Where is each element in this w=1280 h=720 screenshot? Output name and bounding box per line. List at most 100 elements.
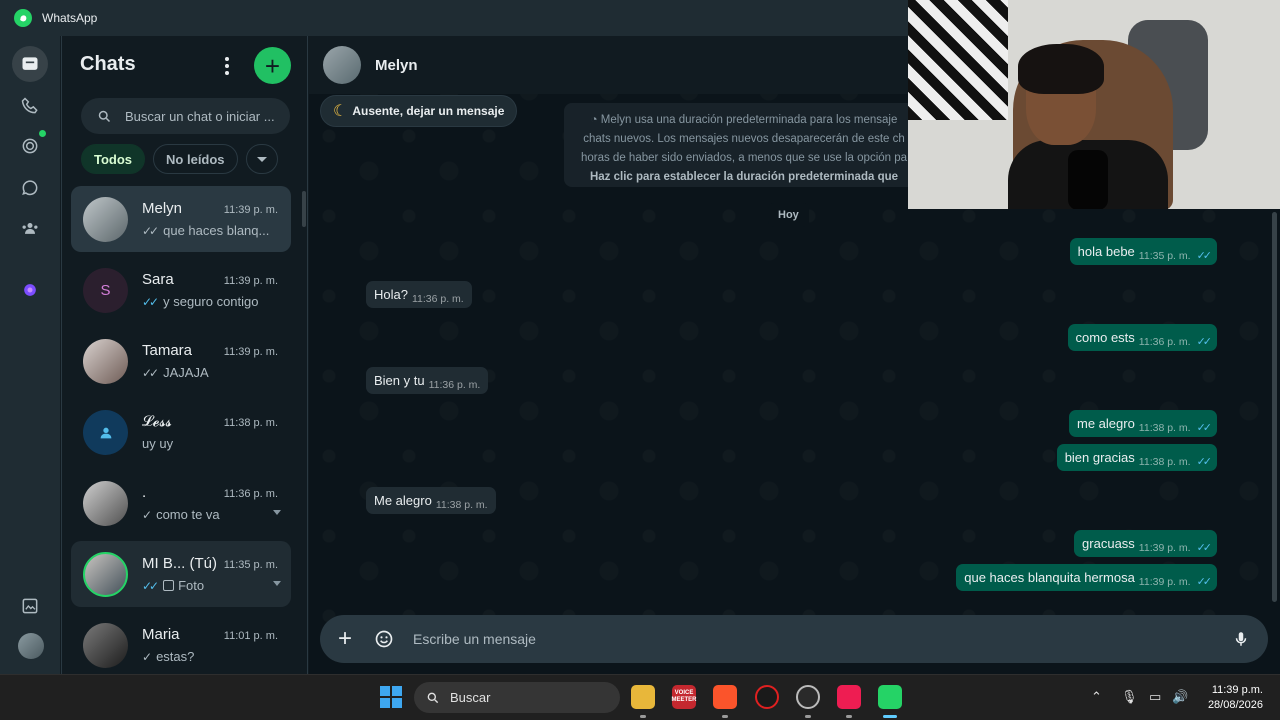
read-receipt-icon: ✓✓ [1196, 456, 1213, 468]
tiktok-icon[interactable] [837, 685, 861, 709]
microphone-icon[interactable] [1226, 630, 1256, 648]
chat-list-item[interactable]: Maria 11:01 p. m. ✓ estas? [71, 612, 291, 678]
contact-name[interactable]: Melyn [375, 57, 418, 74]
webcam-wall-pattern [908, 0, 1008, 120]
windows-taskbar: Buscar VOICE MEETER ⌃ 🎙 ▭ 🔊 11:39 p.m. 2… [0, 674, 1280, 720]
system-clock[interactable]: 11:39 p.m. 28/08/2026 [1208, 683, 1263, 713]
check-icon: ✓ [142, 649, 152, 664]
network-icon[interactable]: ▭ [1149, 689, 1161, 705]
chevron-down-icon[interactable] [273, 581, 281, 586]
message-input[interactable] [413, 631, 1226, 647]
chat-list-item[interactable]: 𝓛𝓮𝓼𝓼 11:38 p. m. uy uy [71, 399, 291, 465]
menu-kebab-icon[interactable] [218, 54, 236, 78]
incoming-message[interactable]: Me alegro 11:38 p. m. [366, 487, 496, 514]
avatar [83, 410, 128, 455]
new-chat-button[interactable]: + [254, 47, 291, 84]
message-time: 11:39 p. m. [1138, 576, 1191, 588]
message-text: gracuass [1082, 536, 1135, 551]
chat-list-item[interactable]: Melyn 11:39 p. m. ✓✓ que haces blanq... [71, 186, 291, 252]
chat-filters: Todos No leídos [81, 144, 278, 174]
outgoing-message[interactable]: me alegro 11:38 p. m. ✓✓ [1068, 410, 1217, 437]
message-text: que haces blanquita hermosa [964, 570, 1135, 585]
filter-all-chip[interactable]: Todos [81, 144, 146, 174]
calls-nav-icon[interactable] [12, 88, 48, 124]
read-receipt-icon: ✓✓ [1196, 250, 1213, 262]
windows-start-icon[interactable] [380, 686, 402, 708]
chat-list-item[interactable]: S Sara 11:39 p. m. ✓✓ y seguro contigo [71, 257, 291, 323]
chat-time: 11:36 p. m. [223, 488, 278, 500]
chat-list-item[interactable]: MI B... (Tú) 11:35 p. m. ✓✓ Foto [71, 541, 291, 607]
media-gallery-icon[interactable] [12, 588, 48, 624]
sticker-emoji-icon[interactable] [369, 629, 399, 649]
chat-list-scrollbar[interactable] [302, 191, 306, 227]
chat-time: 11:38 p. m. [223, 417, 278, 429]
chat-list-item[interactable]: Tamara 11:39 p. m. ✓✓ JAJAJA [71, 328, 291, 394]
filter-unread-chip[interactable]: No leídos [153, 144, 238, 174]
attach-plus-icon[interactable]: + [330, 625, 360, 653]
whatsapp-logo-icon [14, 9, 32, 27]
microphone-tray-icon[interactable]: 🎙 [1121, 689, 1138, 705]
avatar [83, 623, 128, 668]
profile-avatar[interactable] [18, 633, 44, 659]
message-text: hola bebe [1077, 244, 1135, 259]
search-input[interactable] [125, 108, 285, 124]
message-text: Bien y tu [374, 373, 425, 388]
channels-nav-icon[interactable] [12, 170, 48, 206]
whatsapp-taskbar-icon[interactable] [878, 685, 902, 709]
chat-preview: ✓ estas? [142, 649, 195, 664]
outgoing-message[interactable]: que haces blanquita hermosa 11:39 p. m. ✓✓ [956, 564, 1217, 591]
outgoing-message[interactable]: como ests 11:36 p. m. ✓✓ [1067, 324, 1217, 351]
avatar: S [83, 268, 128, 313]
message-time: 11:38 p. m. [435, 499, 488, 511]
running-indicator [640, 715, 646, 718]
red-app-icon[interactable] [755, 685, 779, 709]
photo-icon [163, 580, 175, 591]
away-message-button[interactable]: ☾ Ausente, dejar un mensaje [320, 95, 518, 127]
message-text: me alegro [1076, 416, 1135, 431]
chevron-up-icon[interactable]: ⌃ [1091, 689, 1102, 705]
running-indicator [846, 715, 852, 718]
date-separator: Hoy [768, 203, 809, 227]
file-explorer-icon[interactable] [631, 685, 655, 709]
speaker-icon[interactable]: 🔊 [1172, 689, 1188, 705]
outgoing-message[interactable]: hola bebe 11:35 p. m. ✓✓ [1069, 238, 1217, 265]
chevron-down-icon[interactable] [273, 510, 281, 515]
incoming-message[interactable]: Bien y tu 11:36 p. m. [366, 367, 489, 394]
read-receipt-icon: ✓✓ [1196, 422, 1213, 434]
chat-name: Melyn [142, 200, 183, 217]
chat-list-panel: Chats + Todos No leídos Melyn 11:39 p. m… [61, 36, 308, 674]
chats-nav-icon[interactable] [12, 46, 48, 82]
check-icon: ✓ [142, 507, 152, 522]
chat-name: 𝓛𝓮𝓼𝓼 [142, 413, 172, 430]
message-time: 11:39 p. m. [1138, 542, 1191, 554]
avatar [83, 339, 128, 384]
read-receipt-icon: ✓✓ [1196, 336, 1213, 348]
double-check-icon: ✓✓ [142, 223, 159, 238]
taskbar-search[interactable]: Buscar [414, 682, 620, 713]
outgoing-message[interactable]: gracuass 11:39 p. m. ✓✓ [1074, 530, 1217, 557]
brave-browser-icon[interactable] [713, 685, 737, 709]
status-unread-dot [39, 130, 46, 137]
chat-search[interactable] [81, 98, 290, 134]
chat-list-item[interactable]: . 11:36 p. m. ✓ como te va [71, 470, 291, 536]
communities-nav-icon[interactable] [12, 210, 48, 246]
person-icon [100, 427, 111, 438]
filter-more-dropdown[interactable] [245, 144, 278, 174]
contact-avatar[interactable] [323, 46, 361, 84]
outgoing-message[interactable]: bien gracias 11:38 p. m. ✓✓ [1056, 444, 1217, 471]
message-time: 11:38 p. m. [1138, 422, 1191, 434]
set-default-duration-link[interactable]: Haz clic para establecer la duración pre… [590, 171, 898, 183]
message-text: Hola? [374, 287, 408, 302]
chat-name: Maria [142, 626, 180, 643]
conversation-scrollbar[interactable] [1272, 212, 1277, 602]
webcam-person-hair [1018, 44, 1104, 94]
incoming-message[interactable]: Hola? 11:36 p. m. [366, 281, 472, 308]
voicemeeter-icon[interactable]: VOICE MEETER [672, 685, 697, 709]
meta-ai-nav-icon[interactable] [12, 272, 48, 308]
webcam-microphone [1068, 150, 1108, 209]
double-check-icon: ✓✓ [142, 365, 159, 380]
message-time: 11:36 p. m. [411, 293, 464, 305]
chat-time: 11:35 p. m. [223, 559, 278, 571]
overlay-app-icon[interactable] [796, 685, 820, 709]
webcam-overlay [908, 0, 1280, 209]
